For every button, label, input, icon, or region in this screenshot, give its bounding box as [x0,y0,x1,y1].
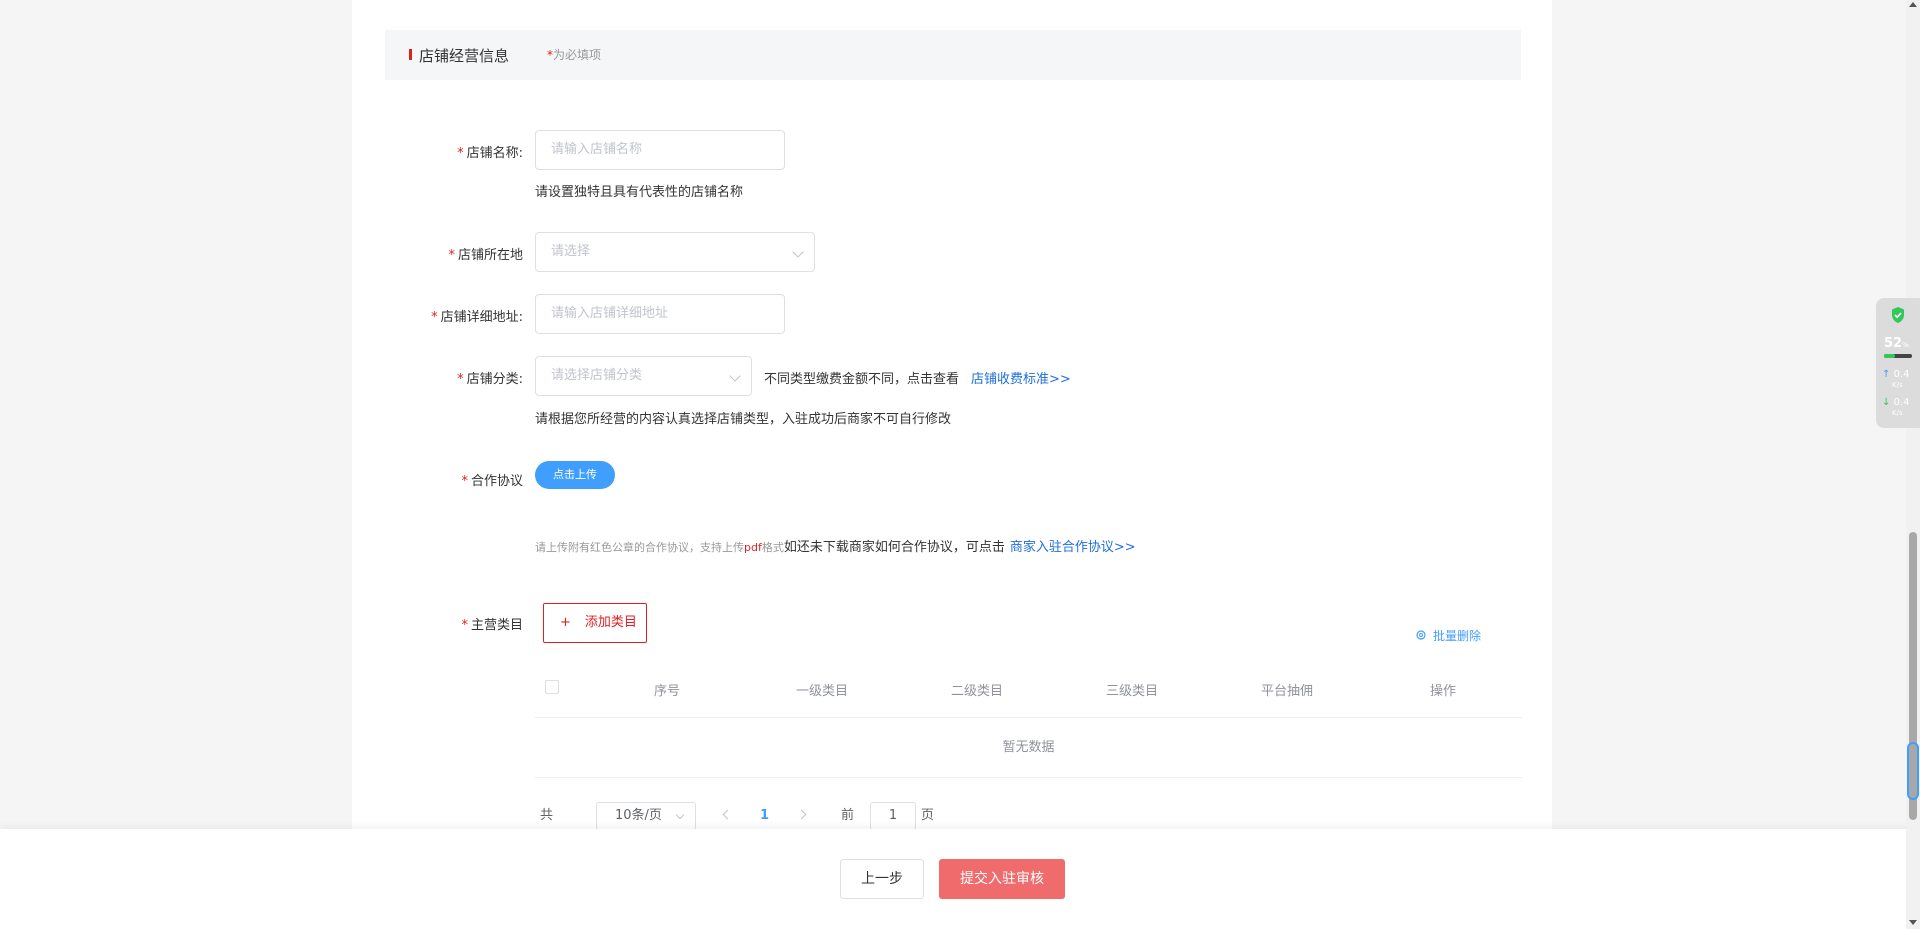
shop-category-hint: 请根据您所经营的内容认真选择店铺类型，入驻成功后商家不可自行修改 [535,412,952,427]
required-note: *为必填项 [547,46,601,63]
column-header: 二级类目 [950,684,1004,699]
column-header: 一级类目 [795,684,849,699]
shop-location-select[interactable]: 请选择 [535,232,815,272]
main-category-label: * 主营类目 [461,618,523,633]
agreement-label: * 合作协议 [461,474,523,489]
table-header: 序号 一级类目 二级类目 三级类目 平台抽佣 操作 [535,660,1522,718]
submit-review-button[interactable]: 提交入驻审核 [939,859,1065,899]
batch-delete-button[interactable]: 批量删除 [1415,627,1481,644]
agreement-download-link[interactable]: 商家入驻合作协议>> [1010,540,1136,555]
section-title: 店铺经营信息 [419,47,510,65]
shop-category-select[interactable]: 请选择店铺分类 [535,356,752,396]
shop-address-label: * 店铺详细地址: [431,310,523,325]
section-header: 店铺经营信息 *为必填项 [385,30,1521,80]
scroll-highlight [1907,742,1919,800]
required-note-text: 为必填项 [553,48,602,62]
scroll-up-icon[interactable] [1909,2,1917,7]
upload-speed: ↑ 0.4 K/s [1882,369,1910,390]
table-empty-state: 暂无数据 [535,718,1522,778]
select-all-checkbox[interactable] [545,680,559,694]
page-scrollbar[interactable] [1906,0,1920,929]
shield-icon [1892,307,1904,323]
column-header: 序号 [653,684,681,699]
fee-standard-link[interactable]: 店铺收费标准>> [971,372,1071,387]
chevron-down-icon [792,246,804,258]
fee-note: 不同类型缴费金额不同，点击查看 店铺收费标准>> [764,372,1071,387]
shop-name-input[interactable]: 请输入店铺名称 [535,130,785,170]
chevron-down-icon [675,810,685,820]
shop-location-label: * 店铺所在地 [448,248,523,263]
shop-name-label: * 店铺名称: [457,146,523,161]
goto-page-input[interactable]: 1 [870,802,916,830]
widget-usage-bar [1884,354,1912,358]
page-size-select[interactable]: 10条/页 [596,802,696,830]
shop-address-input[interactable]: 请输入店铺详细地址 [535,294,785,334]
footer-bar: 上一步 提交入驻审核 [0,829,1920,929]
system-monitor-widget[interactable]: 52% ↑ 0.4 K/s ↓ 0.4 K/s [1876,298,1920,428]
column-header: 操作 [1429,684,1457,699]
category-table: 序号 一级类目 二级类目 三级类目 平台抽佣 操作 暂无数据 [535,660,1522,778]
chevron-down-icon [729,370,741,382]
download-speed: ↓ 0.4 K/s [1882,397,1910,418]
shop-name-hint: 请设置独特且具有代表性的店铺名称 [535,185,744,200]
agreement-note: 请上传附有红色公章的合作协议，支持上传pdf格式如还未下载商家如何合作协议，可点… [535,540,1136,555]
shop-category-label: * 店铺分类: [457,372,523,387]
prev-step-button[interactable]: 上一步 [840,859,924,899]
scroll-down-icon[interactable] [1909,920,1917,925]
page-suffix: 页 [921,808,935,823]
widget-percent: 52% [1884,336,1909,351]
section-accent-bar [409,49,412,60]
add-category-button[interactable]: + 添加类目 [543,603,647,643]
plus-icon: + [560,615,571,630]
column-header: 三级类目 [1105,684,1159,699]
upload-agreement-button[interactable]: 点击上传 [535,461,615,489]
gear-icon [1416,630,1426,640]
form-card [352,0,1552,929]
current-page[interactable]: 1 [760,802,769,830]
column-header: 平台抽佣 [1260,684,1314,699]
